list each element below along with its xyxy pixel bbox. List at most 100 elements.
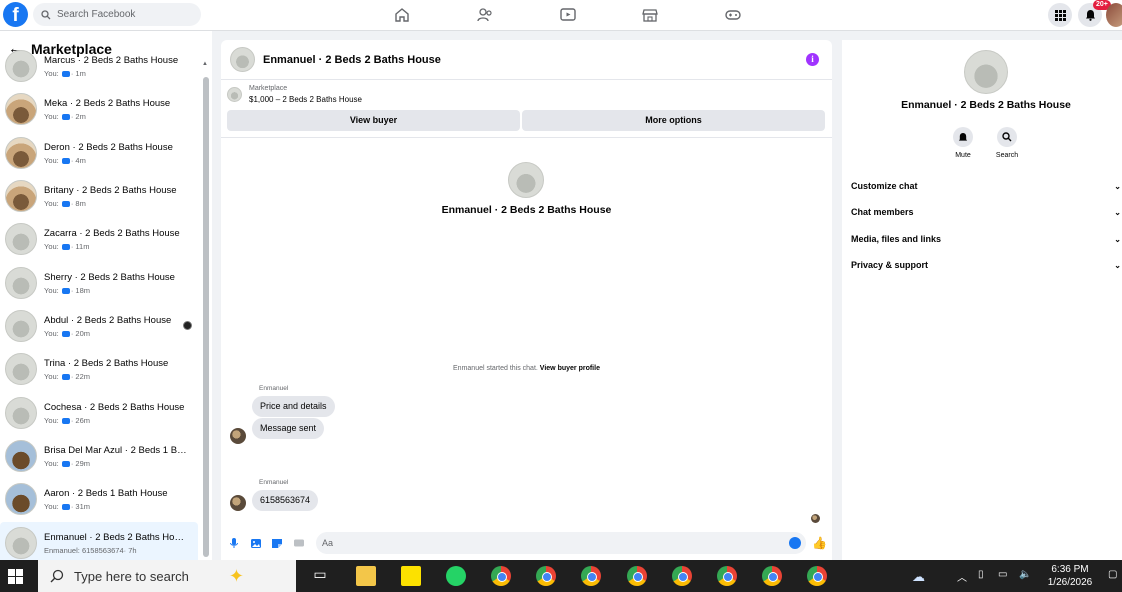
clock[interactable]: 6:36 PM 1/26/2026 bbox=[1042, 563, 1098, 589]
chat-members-section[interactable]: Chat members ⌄ bbox=[851, 205, 1121, 219]
chrome-icon[interactable] bbox=[807, 566, 827, 586]
windows-start-icon[interactable] bbox=[8, 569, 23, 584]
conversation-item[interactable]: Aaron · 2 Beds 1 Bath House You: · 31m bbox=[0, 478, 198, 520]
weather-icon[interactable]: ☁ bbox=[912, 569, 925, 585]
conversation-item[interactable]: Cochesa · 2 Beds 2 Baths House You: · 26m bbox=[0, 392, 198, 434]
conversation-item[interactable]: Britany · 2 Beds 2 Baths House You: · 8m bbox=[0, 175, 198, 217]
details-avatar bbox=[964, 50, 1008, 94]
chevron-down-icon: ⌄ bbox=[1114, 234, 1121, 244]
network-icon[interactable]: ▭ bbox=[998, 569, 1007, 580]
privacy-support-section[interactable]: Privacy & support ⌄ bbox=[851, 258, 1121, 272]
conversation-name: Enmanuel · 2 Beds 2 Baths House bbox=[441, 204, 612, 216]
chrome-icon[interactable] bbox=[762, 566, 782, 586]
chrome-icon[interactable] bbox=[672, 566, 692, 586]
info-icon[interactable]: i bbox=[806, 53, 819, 66]
conversation-item[interactable]: Marcus · 2 Beds 2 Baths House You: · 1m bbox=[0, 45, 198, 87]
conversation-item[interactable]: Brisa Del Mar Azul · 2 Beds 1 Bat... You:… bbox=[0, 435, 198, 477]
thumbs-up-icon bbox=[61, 157, 70, 164]
view-buyer-button[interactable]: View buyer bbox=[227, 110, 520, 131]
marketplace-listing-row[interactable]: Marketplace $1,000 – 2 Beds 2 Baths Hous… bbox=[227, 85, 362, 104]
search-facebook-input[interactable]: Search Facebook bbox=[33, 3, 201, 26]
top-navigation-bar: f Search Facebook 20+ bbox=[0, 0, 1122, 31]
chrome-icon[interactable] bbox=[491, 566, 511, 586]
marketplace-label: Marketplace bbox=[249, 85, 288, 92]
emoji-icon[interactable] bbox=[789, 537, 801, 549]
thumbs-up-icon bbox=[61, 503, 70, 510]
seen-avatar-icon bbox=[183, 321, 192, 330]
conversation-preview: You: · 31m bbox=[44, 502, 189, 511]
mute-button[interactable]: Mute bbox=[943, 127, 983, 159]
photo-icon[interactable] bbox=[250, 537, 262, 549]
preview-text: You: bbox=[44, 458, 61, 468]
clock-date: 1/26/2026 bbox=[1047, 577, 1093, 588]
tray-chevron-up-icon[interactable]: ︿ bbox=[957, 569, 967, 584]
chrome-icon[interactable] bbox=[536, 566, 556, 586]
thumbs-up-icon[interactable]: 👍 bbox=[812, 536, 827, 550]
scrollbar-thumb[interactable] bbox=[203, 77, 209, 557]
facebook-logo[interactable]: f bbox=[3, 2, 28, 27]
conversation-name: Deron · 2 Beds 2 Baths House bbox=[44, 141, 173, 153]
listing-thumbnail bbox=[5, 267, 37, 299]
conversation-item[interactable]: Enmanuel · 2 Beds 2 Baths House Enmanuel:… bbox=[0, 522, 198, 564]
listing-thumbnail bbox=[5, 527, 37, 559]
gaming-icon[interactable] bbox=[724, 6, 742, 24]
conversation-item[interactable]: Trina · 2 Beds 2 Baths House You: · 22m bbox=[0, 348, 198, 390]
message-bubble[interactable]: Price and details bbox=[252, 396, 335, 417]
preview-time: · 7h bbox=[123, 545, 137, 555]
gif-icon[interactable] bbox=[293, 537, 305, 549]
message-composer: Aa 👍 bbox=[221, 530, 832, 557]
whatsapp-icon[interactable] bbox=[446, 566, 466, 586]
section-label: Customize chat bbox=[851, 181, 918, 191]
conversation-item[interactable]: Deron · 2 Beds 2 Baths House You: · 4m bbox=[0, 132, 198, 174]
chrome-icon[interactable] bbox=[627, 566, 647, 586]
chrome-icon[interactable] bbox=[717, 566, 737, 586]
task-view-icon[interactable]: ▭ bbox=[310, 566, 330, 586]
volume-icon[interactable]: 🔈 bbox=[1019, 569, 1031, 580]
view-buyer-profile-link[interactable]: View buyer profile bbox=[540, 365, 600, 372]
friends-icon[interactable] bbox=[476, 6, 494, 24]
conversation-preview: Enmanuel: 6158563674· 7h bbox=[44, 546, 189, 555]
profile-avatar[interactable] bbox=[1106, 3, 1122, 27]
taskbar-search-box[interactable]: Type here to search ✦ bbox=[38, 560, 296, 592]
customize-chat-section[interactable]: Customize chat ⌄ bbox=[851, 179, 1121, 193]
preview-time: · 4m bbox=[70, 155, 86, 165]
message-input[interactable]: Aa bbox=[316, 532, 806, 554]
media-files-links-section[interactable]: Media, files and links ⌄ bbox=[851, 232, 1121, 246]
chat-window: Enmanuel · 2 Beds 2 Baths House i Market… bbox=[221, 40, 832, 560]
scroll-up-arrow-icon[interactable]: ▲ bbox=[202, 61, 208, 67]
mute-label: Mute bbox=[955, 152, 971, 159]
notifications-icon[interactable]: ▢ bbox=[1108, 569, 1117, 580]
battery-icon[interactable]: ▯ bbox=[978, 569, 984, 580]
listing-thumbnail bbox=[5, 397, 37, 429]
conversation-name: Zacarra · 2 Beds 2 Baths House bbox=[44, 227, 180, 239]
conversation-preview: You: · 1m bbox=[44, 69, 189, 78]
sticky-notes-icon[interactable] bbox=[401, 566, 421, 586]
conversation-item[interactable]: Sherry · 2 Beds 2 Baths House You: · 18m bbox=[0, 262, 198, 304]
sticker-icon[interactable] bbox=[271, 537, 283, 549]
search-conversation-button[interactable]: Search bbox=[987, 127, 1027, 159]
conversation-item[interactable]: Meka · 2 Beds 2 Baths House You: · 2m bbox=[0, 88, 198, 130]
microphone-icon[interactable] bbox=[228, 537, 240, 549]
home-icon[interactable] bbox=[393, 6, 411, 24]
conversation-scrollbar[interactable]: ▲ bbox=[202, 61, 209, 558]
chat-header-avatar[interactable] bbox=[230, 47, 255, 72]
conversation-name: Abdul · 2 Beds 2 Baths House bbox=[44, 314, 172, 326]
sender-avatar[interactable] bbox=[230, 428, 246, 444]
more-options-button[interactable]: More options bbox=[522, 110, 825, 131]
file-explorer-icon[interactable] bbox=[356, 566, 376, 586]
message-bubble[interactable]: Message sent bbox=[252, 418, 325, 439]
chrome-icon[interactable] bbox=[581, 566, 601, 586]
sender-avatar[interactable] bbox=[230, 495, 246, 511]
menu-grid-icon[interactable] bbox=[1048, 3, 1072, 27]
listing-thumbnail bbox=[5, 310, 37, 342]
conversation-item[interactable]: Zacarra · 2 Beds 2 Baths House You: · 11m bbox=[0, 218, 198, 260]
message-bubble[interactable]: 6158563674 bbox=[252, 490, 319, 511]
marketplace-icon[interactable] bbox=[641, 6, 659, 24]
chat-details-panel: Enmanuel · 2 Beds 2 Baths House Mute Sea… bbox=[842, 40, 1122, 560]
conversation-item[interactable]: Abdul · 2 Beds 2 Baths House You: · 20m bbox=[0, 305, 198, 347]
clock-time: 6:36 PM bbox=[1051, 564, 1089, 575]
conversation-preview: You: · 20m bbox=[44, 329, 189, 338]
chat-title[interactable]: Enmanuel · 2 Beds 2 Baths House bbox=[263, 54, 441, 66]
details-name: Enmanuel · 2 Beds 2 Baths House bbox=[901, 99, 1071, 111]
watch-icon[interactable] bbox=[559, 6, 577, 24]
